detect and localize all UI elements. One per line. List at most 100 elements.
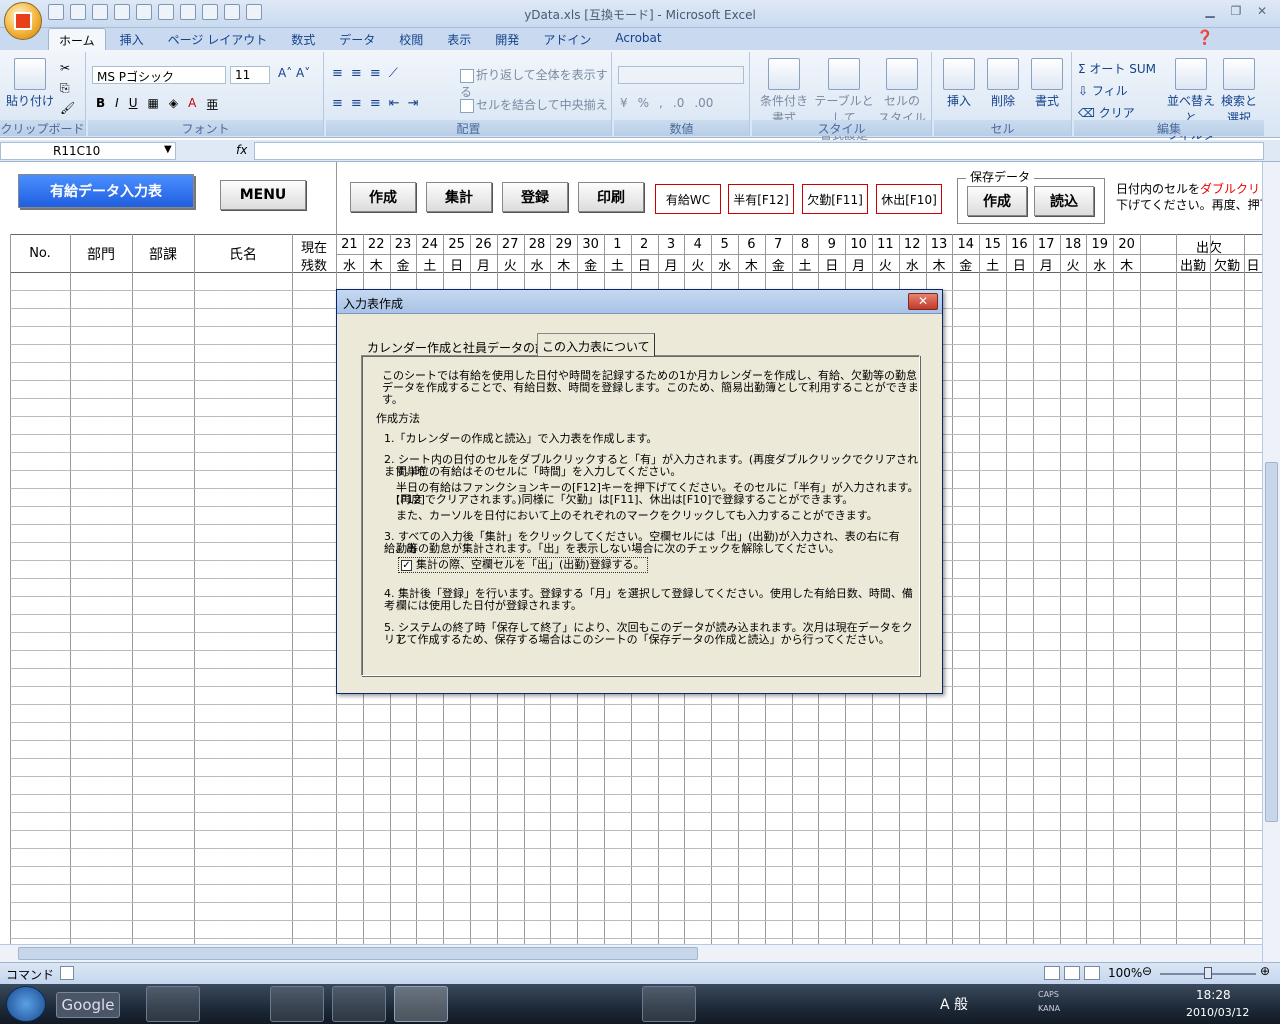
taskbar-notepad-icon[interactable] bbox=[518, 986, 572, 1022]
tab-view[interactable]: 表示 bbox=[437, 28, 481, 50]
help-icon[interactable]: ❓ bbox=[1196, 30, 1213, 46]
tab-acrobat[interactable]: Acrobat bbox=[605, 28, 671, 50]
close-icon[interactable]: ✕ bbox=[1250, 2, 1274, 20]
font-size-select[interactable]: 11 bbox=[230, 66, 270, 84]
cell-style-button[interactable]: セルの スタイル bbox=[876, 58, 928, 126]
function-icon[interactable]: fx bbox=[236, 143, 247, 157]
grow-shrink-font-icon[interactable]: A˄ A˅ bbox=[278, 66, 310, 80]
formula-input[interactable] bbox=[254, 142, 1264, 160]
tab-calendar-load[interactable]: カレンダー作成と社員データの読込 bbox=[363, 336, 563, 356]
horizontal-scrollbar[interactable] bbox=[0, 944, 1262, 962]
save-load-button[interactable]: 読込 bbox=[1034, 186, 1094, 216]
tab-page-layout[interactable]: ページ レイアウト bbox=[158, 28, 278, 50]
zoom-level[interactable]: 100% bbox=[1108, 966, 1142, 980]
font-name-select[interactable]: MS Pゴシック bbox=[92, 66, 226, 84]
page-layout-view-icon[interactable] bbox=[1064, 966, 1080, 980]
font-color-icon[interactable]: A bbox=[188, 96, 196, 113]
indent-icon[interactable]: ⇤ bbox=[389, 96, 400, 111]
tab-addins[interactable]: アドイン bbox=[533, 28, 601, 50]
percent-icon[interactable]: % bbox=[638, 96, 649, 110]
tab-review[interactable]: 校閲 bbox=[389, 28, 433, 50]
align-left-icon[interactable]: ≡ bbox=[332, 96, 343, 111]
fill-button[interactable]: ⇩ フィル bbox=[1078, 80, 1156, 102]
conditional-format-button[interactable]: 条件付き 書式 bbox=[756, 58, 812, 126]
merge-center-button[interactable]: セルを結合して中央揃え bbox=[460, 96, 608, 113]
form-icon[interactable] bbox=[180, 4, 196, 20]
zoom-out-icon[interactable]: ⊖ bbox=[1142, 964, 1152, 978]
tool-icon[interactable] bbox=[202, 4, 218, 20]
tab-home[interactable]: ホーム bbox=[48, 28, 106, 50]
paste-button[interactable]: 貼り付け bbox=[6, 58, 54, 109]
register-blank-checkbox[interactable]: ✓ 集計の際、空欄セルを「出」(出勤)登録する。 bbox=[398, 557, 648, 573]
taskbar-computer-icon[interactable] bbox=[456, 986, 510, 1022]
horizontal-scroll-thumb[interactable] bbox=[18, 947, 698, 960]
undo-icon[interactable] bbox=[70, 4, 86, 20]
macro-record-icon[interactable] bbox=[60, 966, 74, 980]
align-bottom-icon[interactable]: ≡ bbox=[370, 66, 381, 81]
register-button[interactable]: 登録 bbox=[502, 182, 568, 212]
print-button[interactable]: 印刷 bbox=[578, 182, 644, 212]
mark-absent-button[interactable]: 欠勤[F11] bbox=[802, 184, 868, 214]
save-icon[interactable] bbox=[48, 4, 64, 20]
normal-view-icon[interactable] bbox=[1044, 966, 1060, 980]
currency-icon[interactable]: ¥ bbox=[620, 96, 628, 110]
outdent-icon[interactable]: ⇥ bbox=[408, 96, 419, 111]
fill-color-icon[interactable]: ◈ bbox=[169, 96, 178, 113]
align-middle-icon[interactable]: ≡ bbox=[351, 66, 362, 81]
align-right-icon[interactable]: ≡ bbox=[370, 96, 381, 111]
mark-half-button[interactable]: 半有[F12] bbox=[728, 184, 794, 214]
orientation-icon[interactable]: ⟋ bbox=[389, 66, 398, 81]
find-select-button[interactable]: 検索と 選択 bbox=[1218, 58, 1260, 126]
name-box-dropdown-icon[interactable]: ▼ bbox=[164, 144, 172, 155]
menu-button[interactable]: MENU bbox=[220, 180, 306, 210]
hierarchy-icon[interactable] bbox=[114, 4, 130, 20]
tool-icon-2[interactable] bbox=[224, 4, 240, 20]
save-create-button[interactable]: 作成 bbox=[967, 186, 1027, 216]
taskbar-ffftp-icon[interactable] bbox=[208, 986, 262, 1022]
cut-icon[interactable]: ✂ bbox=[60, 58, 75, 78]
copy-icon[interactable]: ⎘ bbox=[60, 78, 75, 98]
zoom-slider-thumb[interactable] bbox=[1204, 967, 1212, 979]
tab-insert[interactable]: 挿入 bbox=[110, 28, 154, 50]
underline-icon[interactable]: U bbox=[129, 96, 138, 113]
increase-decimal-icon[interactable]: .0 bbox=[673, 96, 684, 110]
mark-paid-button[interactable]: 有給WC bbox=[655, 184, 721, 214]
taskbar-ie-icon[interactable] bbox=[146, 986, 200, 1022]
taskbar-explorer-icon[interactable] bbox=[332, 986, 386, 1022]
restore-icon[interactable]: ❐ bbox=[1224, 2, 1248, 20]
mark-holiday-work-button[interactable]: 休出[F10] bbox=[876, 184, 942, 214]
autosum-button[interactable]: Σ オート SUM bbox=[1078, 58, 1156, 80]
taskbar-excel-icon[interactable] bbox=[394, 986, 448, 1022]
minimize-icon[interactable]: ▁ bbox=[1198, 2, 1222, 20]
taskbar-dreamweaver-icon[interactable] bbox=[270, 986, 324, 1022]
vertical-scroll-thumb[interactable] bbox=[1265, 462, 1278, 822]
zoom-in-icon[interactable]: ⊕ bbox=[1260, 964, 1270, 978]
hierarchy-icon-3[interactable] bbox=[158, 4, 174, 20]
tab-developer[interactable]: 開発 bbox=[485, 28, 529, 50]
align-top-icon[interactable]: ≡ bbox=[332, 66, 343, 81]
office-button[interactable] bbox=[4, 2, 42, 40]
format-painter-icon[interactable]: 🖌 bbox=[60, 98, 75, 118]
align-center-icon[interactable]: ≡ bbox=[351, 96, 362, 111]
dialog-close-button[interactable]: ✕ bbox=[908, 293, 938, 310]
title-button[interactable]: 有給データ入力表 bbox=[18, 174, 194, 208]
customize-icon[interactable] bbox=[246, 4, 262, 20]
vertical-scrollbar[interactable] bbox=[1262, 162, 1280, 962]
clock-time[interactable]: 18:28 bbox=[1196, 988, 1231, 1002]
tab-formulas[interactable]: 数式 bbox=[281, 28, 325, 50]
taskbar-word-icon[interactable] bbox=[642, 986, 696, 1022]
number-format-select[interactable] bbox=[618, 66, 744, 84]
start-button[interactable] bbox=[6, 986, 46, 1022]
google-toolbar[interactable]: Google bbox=[56, 992, 120, 1018]
ime-indicator[interactable]: A 般 bbox=[940, 994, 968, 1014]
tab-data[interactable]: データ bbox=[329, 28, 385, 50]
aggregate-button[interactable]: 集計 bbox=[426, 182, 492, 212]
italic-icon[interactable]: I bbox=[115, 96, 119, 113]
tab-about[interactable]: この入力表について bbox=[537, 333, 655, 356]
insert-cells-button[interactable]: 挿入 bbox=[938, 58, 980, 109]
page-break-view-icon[interactable] bbox=[1084, 966, 1100, 980]
comma-icon[interactable]: , bbox=[659, 96, 663, 110]
format-cells-button[interactable]: 書式 bbox=[1026, 58, 1068, 109]
hierarchy-icon-2[interactable] bbox=[136, 4, 152, 20]
taskbar-media-icon[interactable] bbox=[580, 986, 634, 1022]
